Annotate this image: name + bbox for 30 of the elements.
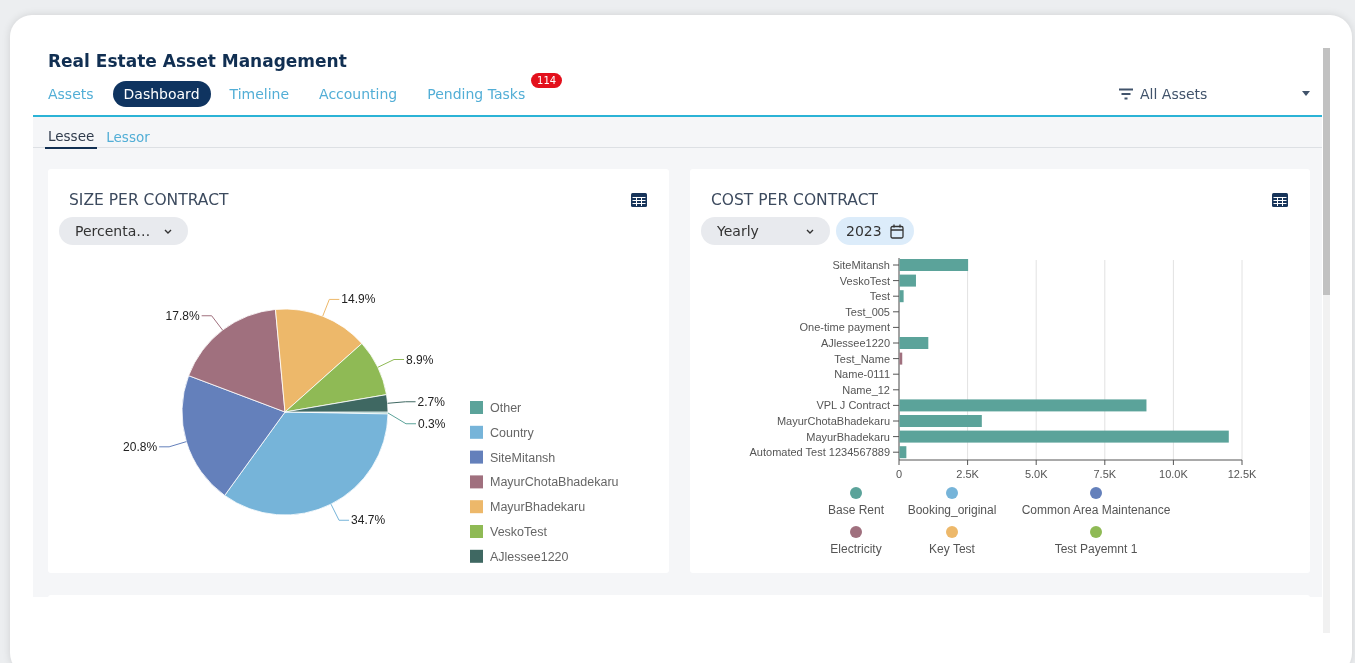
- axis-tick-label: 10.0K: [1159, 468, 1188, 480]
- axis-category-label: VPL J Contract: [816, 399, 890, 412]
- axis-tick-label: 5.0K: [1024, 468, 1048, 480]
- axis-category-label: Test_Name: [834, 352, 890, 365]
- axis-category-label: One-time payment: [799, 321, 890, 334]
- axis-category-label: SiteMitansh: [832, 259, 890, 271]
- card-title: COST PER CONTRACT: [711, 191, 878, 209]
- axis-category-label: MayurBhadekaru: [806, 430, 890, 443]
- app-title: Real Estate Asset Management: [48, 50, 348, 71]
- axis-tick-label: 12.5K: [1227, 468, 1257, 480]
- axis-category-label: Name-0111: [834, 368, 890, 381]
- slice-value-label: 20.8%: [123, 439, 158, 454]
- axis-tick-label: 7.5K: [1093, 468, 1117, 480]
- axis-category-label: VeskoTest: [839, 274, 890, 287]
- axis-category-label: Test: [869, 290, 890, 303]
- axis-category-label: Test_005: [845, 305, 890, 318]
- slice-value-label: 17.8%: [165, 308, 200, 323]
- axis-category-label: Automated Test 1234567889: [749, 446, 890, 459]
- axis-tick-label: 2.5K: [956, 468, 979, 480]
- axis-category-label: AJlessee1220: [820, 337, 890, 349]
- axis-tick-label: 0: [895, 468, 903, 480]
- card-title: SIZE PER CONTRACT: [69, 191, 229, 209]
- slice-value-label: 34.7%: [351, 513, 386, 528]
- slice-value-label: 14.9%: [341, 292, 376, 307]
- slice-value-label: 2.7%: [417, 394, 445, 409]
- slice-value-label: 8.9%: [406, 352, 434, 367]
- axis-category-label: Name_12: [842, 383, 890, 396]
- count-badge: 114: [531, 72, 563, 88]
- axis-category-label: MayurChotaBhadekaru: [776, 415, 890, 427]
- slice-value-label: 0.3%: [418, 416, 446, 431]
